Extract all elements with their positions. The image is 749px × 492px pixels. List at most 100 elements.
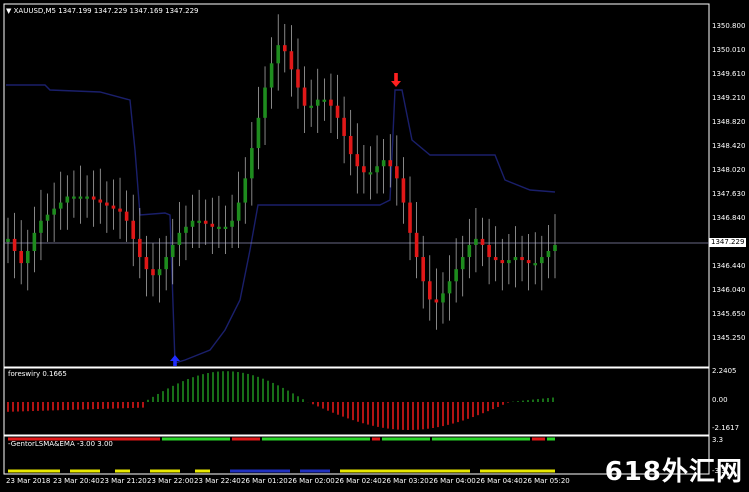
time-axis-label: 26 Mar 04:00: [429, 477, 476, 485]
candle-body: [45, 214, 50, 221]
candle-body: [487, 244, 491, 258]
candle-body: [434, 299, 439, 303]
candle-body: [474, 238, 478, 245]
candle-body: [118, 208, 122, 212]
candle-body: [98, 199, 103, 203]
candle-body: [375, 166, 379, 173]
candle-body: [243, 178, 248, 203]
candle-body: [39, 220, 43, 233]
candle-body: [184, 226, 188, 233]
candle-body: [355, 154, 360, 167]
candle-body: [335, 105, 340, 118]
candle-body: [520, 257, 524, 261]
candle-body: [540, 257, 544, 264]
candle-body: [78, 196, 83, 199]
price-axis-label: 1350.010: [712, 46, 746, 54]
indicator1-label: foreswiry 0.1665: [8, 370, 67, 378]
indicator1-axis-label: -2.1617: [712, 424, 740, 432]
candle-body: [256, 117, 261, 149]
candle-body: [348, 135, 353, 155]
candle-body: [203, 220, 208, 224]
current-price-tag: 1347.229: [709, 238, 747, 247]
candle-body: [223, 226, 228, 229]
candle-body: [105, 202, 109, 206]
candle-body: [460, 257, 465, 270]
time-axis-label: 23 Mar 22:00: [147, 477, 194, 485]
candle-body: [131, 220, 136, 239]
candle-body: [315, 99, 320, 106]
candle-body: [282, 45, 287, 52]
candle-body: [72, 196, 76, 199]
candle-body: [111, 205, 116, 209]
candle-body: [289, 51, 294, 70]
price-axis-label: 1345.650: [712, 310, 746, 318]
candle-body: [58, 202, 63, 209]
candle-body: [493, 257, 498, 261]
buy-arrow-icon: [170, 355, 180, 366]
candle-body: [32, 232, 37, 251]
candle-body: [210, 223, 215, 227]
candle-body: [329, 99, 333, 106]
candle-body: [124, 211, 129, 221]
price-axis-label: 1346.040: [712, 286, 746, 294]
candle-body: [19, 251, 23, 264]
candle-body: [513, 257, 518, 261]
time-axis-label: 26 Mar 03:20: [382, 477, 429, 485]
time-axis-label: 26 Mar 02:00: [288, 477, 335, 485]
candle-body: [507, 260, 511, 264]
time-axis-label: 26 Mar 02:40: [335, 477, 382, 485]
candle-body: [395, 166, 399, 179]
candle-body: [421, 257, 425, 282]
candle-body: [454, 269, 458, 282]
time-axis-label: 26 Mar 01:20: [241, 477, 288, 485]
candle-body: [546, 251, 551, 258]
candle-body: [144, 257, 149, 270]
candle-body: [368, 172, 373, 175]
candle-body: [467, 244, 472, 258]
candle-body: [381, 160, 386, 167]
candle-body: [408, 202, 412, 233]
candle-body: [500, 260, 505, 264]
candle-body: [230, 220, 234, 227]
watermark: 618外汇网: [604, 457, 743, 487]
candle-body: [65, 196, 70, 203]
indicator2-label: -GentorLSMA&EMA -3.00 3.00: [8, 440, 113, 448]
candle-body: [269, 63, 274, 88]
time-axis-label: 23 Mar 2018: [6, 477, 51, 485]
candle-body: [164, 257, 168, 270]
candle-body: [177, 232, 182, 245]
candle-body: [190, 220, 195, 227]
candle-body: [138, 238, 142, 258]
candle-body: [480, 238, 485, 245]
candle-body: [12, 238, 17, 251]
candle-body: [342, 117, 346, 136]
candle-body: [250, 148, 254, 179]
candle-body: [217, 226, 221, 229]
candle-body: [533, 263, 538, 266]
candle-body: [362, 166, 366, 173]
price-axis-label: 1348.020: [712, 166, 746, 174]
dropdown-arrow-icon[interactable]: ▼: [6, 7, 11, 15]
sell-arrow-icon: [391, 73, 402, 87]
candle-body: [322, 99, 327, 102]
indicator1-pane-border: [3, 367, 710, 436]
indicator1-axis-label: 0.00: [712, 396, 728, 404]
candle-body: [309, 105, 313, 108]
candle-body: [276, 45, 281, 64]
price-axis-label: 1345.250: [712, 334, 746, 342]
candle-body: [553, 244, 557, 251]
candle-body: [151, 269, 155, 276]
price-axis-label: 1350.800: [712, 22, 746, 30]
price-chart[interactable]: [0, 0, 749, 492]
candle-body: [236, 202, 241, 221]
candle-body: [401, 178, 406, 203]
price-axis-label: 1349.210: [712, 94, 746, 102]
time-axis-label: 23 Mar 21:20: [100, 477, 147, 485]
symbol-header: ▼ XAUUSD,M5 1347.199 1347.229 1347.169 1…: [6, 7, 199, 15]
price-axis-label: 1346.440: [712, 262, 746, 270]
price-axis-label: 1348.420: [712, 142, 746, 150]
price-axis-label: 1346.840: [712, 214, 746, 222]
candle-body: [447, 281, 452, 294]
symbol-quote: XAUUSD,M5 1347.199 1347.229 1347.169 134…: [13, 7, 199, 15]
channel-line-upper: [6, 84, 556, 364]
